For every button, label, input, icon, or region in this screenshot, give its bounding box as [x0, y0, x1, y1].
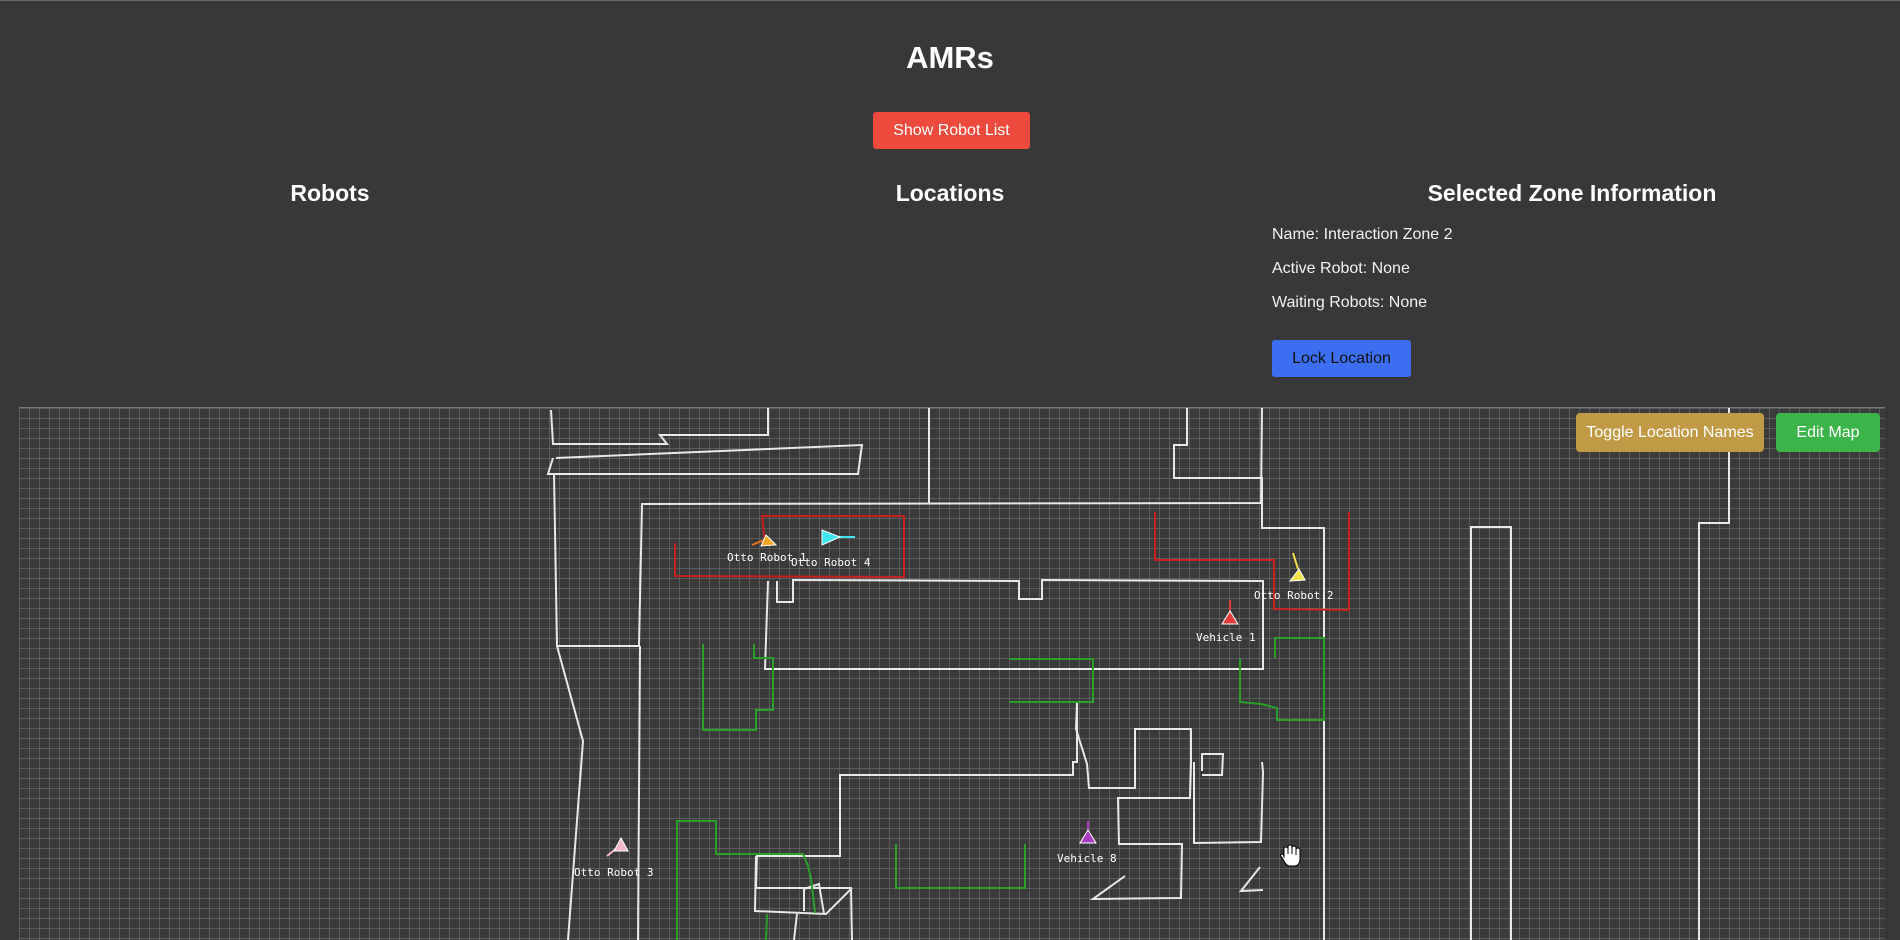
zone-waiting-robots: Waiting Robots: None — [1272, 294, 1428, 311]
toggle-location-names-button[interactable]: Toggle Location Names — [1576, 413, 1764, 452]
robot-label: Vehicle 8 — [1057, 852, 1117, 865]
robot-label: Otto Robot 4 — [791, 556, 871, 569]
robot-label: Vehicle 1 — [1196, 631, 1256, 644]
robot-label: Otto Robot 2 — [1254, 589, 1333, 602]
window-top-border — [0, 0, 1900, 1]
edit-map-button[interactable]: Edit Map — [1776, 413, 1880, 452]
lock-location-button[interactable]: Lock Location — [1272, 340, 1411, 377]
page-title: AMRs — [906, 40, 994, 75]
zone-active-robot: Active Robot: None — [1272, 260, 1410, 277]
zone-name: Name: Interaction Zone 2 — [1272, 226, 1453, 243]
map-canvas[interactable]: Otto Robot 1 Otto Robot 4 Otto Robot 2 V… — [19, 408, 1885, 940]
locations-heading: Locations — [895, 180, 1005, 206]
map-grid — [19, 408, 1885, 940]
robots-heading: Robots — [290, 180, 370, 206]
robot-label: Otto Robot 3 — [574, 866, 653, 879]
zone-info-heading: Selected Zone Information — [1427, 180, 1717, 206]
map-panel[interactable]: Otto Robot 1 Otto Robot 4 Otto Robot 2 V… — [19, 407, 1885, 940]
show-robot-list-button[interactable]: Show Robot List — [873, 112, 1030, 149]
